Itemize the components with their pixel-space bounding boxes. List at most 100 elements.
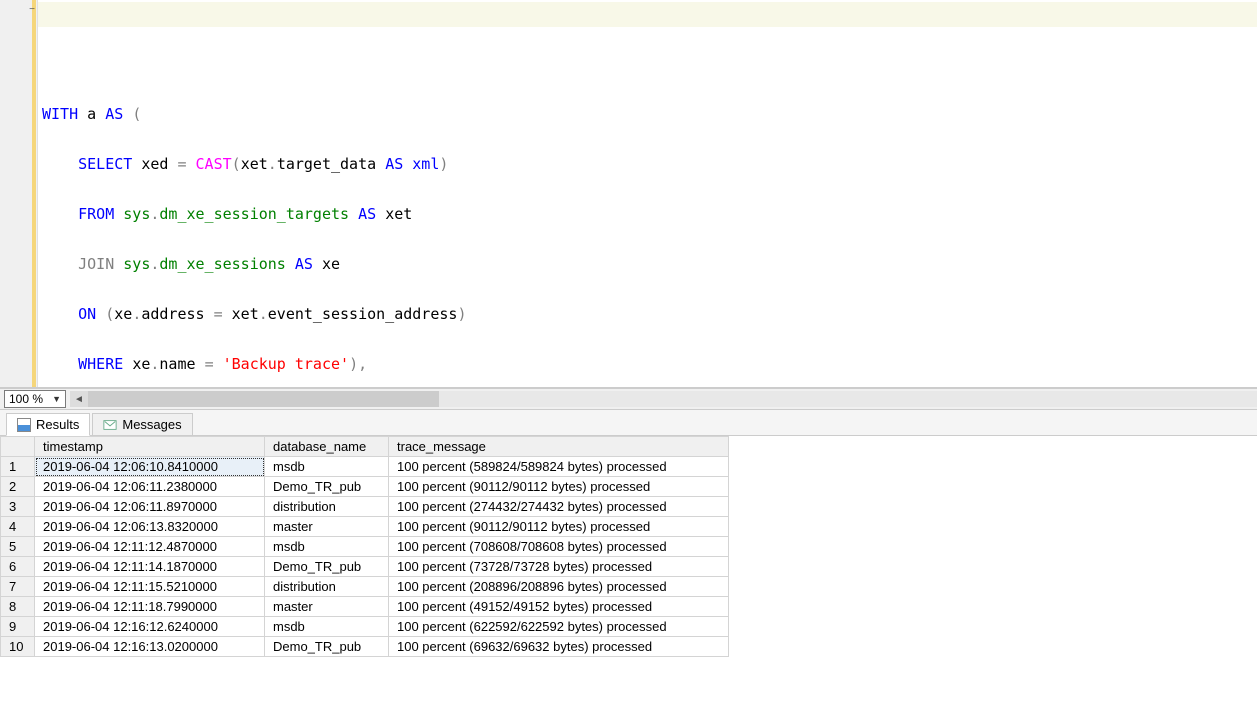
row-number[interactable]: 1 <box>1 457 35 477</box>
cell-dbname[interactable]: distribution <box>265 577 389 597</box>
cell-timestamp[interactable]: 2019-06-04 12:16:13.0200000 <box>35 637 265 657</box>
tab-label: Results <box>36 417 79 432</box>
cell-dbname[interactable]: master <box>265 597 389 617</box>
horizontal-scrollbar[interactable] <box>88 391 1257 407</box>
table-row[interactable]: 102019-06-04 12:16:13.0200000Demo_TR_pub… <box>1 637 729 657</box>
table-row[interactable]: 82019-06-04 12:11:18.7990000master100 pe… <box>1 597 729 617</box>
dot: . <box>259 305 268 323</box>
fn-cast: CAST <box>196 155 232 173</box>
current-line-highlight <box>38 2 1257 27</box>
results-grid[interactable]: timestamp database_name trace_message 12… <box>0 436 1257 727</box>
cell-timestamp[interactable]: 2019-06-04 12:11:18.7990000 <box>35 597 265 617</box>
cell-timestamp[interactable]: 2019-06-04 12:06:13.8320000 <box>35 517 265 537</box>
column-header-timestamp[interactable]: timestamp <box>35 437 265 457</box>
row-header-corner[interactable] <box>1 437 35 457</box>
schema: sys <box>123 205 150 223</box>
alias: xet <box>385 205 412 223</box>
row-number[interactable]: 2 <box>1 477 35 497</box>
row-number[interactable]: 6 <box>1 557 35 577</box>
dot: . <box>268 155 277 173</box>
row-number[interactable]: 4 <box>1 517 35 537</box>
ident: xe <box>114 305 132 323</box>
table-row[interactable]: 22019-06-04 12:06:11.2380000Demo_TR_pub1… <box>1 477 729 497</box>
table-row[interactable]: 72019-06-04 12:11:15.5210000distribution… <box>1 577 729 597</box>
column-header-dbname[interactable]: database_name <box>265 437 389 457</box>
scroll-left-icon[interactable]: ◄ <box>70 391 88 407</box>
cell-msg[interactable]: 100 percent (208896/208896 bytes) proces… <box>389 577 729 597</box>
paren: ( <box>232 155 241 173</box>
code-area[interactable]: WITH a AS ( SELECT xed = CAST(xet.target… <box>38 0 1257 387</box>
cell-dbname[interactable]: master <box>265 517 389 537</box>
fold-collapse-icon[interactable]: − <box>29 4 35 15</box>
table-row[interactable]: 62019-06-04 12:11:14.1870000Demo_TR_pub1… <box>1 557 729 577</box>
row-number[interactable]: 10 <box>1 637 35 657</box>
op: = <box>177 155 186 173</box>
dot: . <box>132 305 141 323</box>
kw-on: ON <box>78 305 96 323</box>
tab-label: Messages <box>122 417 181 432</box>
alias: xe <box>322 255 340 273</box>
row-number[interactable]: 3 <box>1 497 35 517</box>
editor-status-bar: 100 % ▼ ◄ <box>0 388 1257 410</box>
comma: , <box>358 355 367 373</box>
paren: ( <box>105 305 114 323</box>
results-table: timestamp database_name trace_message 12… <box>0 436 729 657</box>
op: = <box>214 305 223 323</box>
cell-dbname[interactable]: Demo_TR_pub <box>265 637 389 657</box>
paren: ( <box>132 105 141 123</box>
editor-gutter: − <box>0 0 38 387</box>
cell-msg[interactable]: 100 percent (49152/49152 bytes) processe… <box>389 597 729 617</box>
cell-dbname[interactable]: msdb <box>265 617 389 637</box>
cell-dbname[interactable]: Demo_TR_pub <box>265 477 389 497</box>
type-xml: xml <box>412 155 439 173</box>
cell-msg[interactable]: 100 percent (73728/73728 bytes) processe… <box>389 557 729 577</box>
ident: xet <box>232 305 259 323</box>
cell-dbname[interactable]: Demo_TR_pub <box>265 557 389 577</box>
row-number[interactable]: 5 <box>1 537 35 557</box>
cell-msg[interactable]: 100 percent (90112/90112 bytes) processe… <box>389 517 729 537</box>
cell-timestamp[interactable]: 2019-06-04 12:11:14.1870000 <box>35 557 265 577</box>
kw-from: FROM <box>78 205 114 223</box>
kw-as: AS <box>385 155 403 173</box>
paren: ) <box>457 305 466 323</box>
row-number[interactable]: 9 <box>1 617 35 637</box>
tab-messages[interactable]: Messages <box>92 413 192 435</box>
ident: a <box>87 105 96 123</box>
table-row[interactable]: 42019-06-04 12:06:13.8320000master100 pe… <box>1 517 729 537</box>
cell-timestamp[interactable]: 2019-06-04 12:11:12.4870000 <box>35 537 265 557</box>
cell-msg[interactable]: 100 percent (274432/274432 bytes) proces… <box>389 497 729 517</box>
cell-msg[interactable]: 100 percent (589824/589824 bytes) proces… <box>389 457 729 477</box>
column-header-msg[interactable]: trace_message <box>389 437 729 457</box>
ident: address <box>141 305 204 323</box>
string: 'Backup trace' <box>223 355 349 373</box>
table-row[interactable]: 32019-06-04 12:06:11.8970000distribution… <box>1 497 729 517</box>
cell-msg[interactable]: 100 percent (69632/69632 bytes) processe… <box>389 637 729 657</box>
cell-timestamp[interactable]: 2019-06-04 12:06:10.8410000 <box>35 457 265 477</box>
row-number[interactable]: 7 <box>1 577 35 597</box>
cell-dbname[interactable]: distribution <box>265 497 389 517</box>
cell-msg[interactable]: 100 percent (708608/708608 bytes) proces… <box>389 537 729 557</box>
cell-timestamp[interactable]: 2019-06-04 12:06:11.8970000 <box>35 497 265 517</box>
zoom-dropdown[interactable]: 100 % ▼ <box>4 390 66 408</box>
paren: ) <box>349 355 358 373</box>
grid-icon <box>17 418 31 432</box>
cell-msg[interactable]: 100 percent (622592/622592 bytes) proces… <box>389 617 729 637</box>
paren: ) <box>439 155 448 173</box>
cell-timestamp[interactable]: 2019-06-04 12:11:15.5210000 <box>35 577 265 597</box>
cell-timestamp[interactable]: 2019-06-04 12:06:11.2380000 <box>35 477 265 497</box>
scrollbar-thumb[interactable] <box>88 391 439 407</box>
ident: xed <box>141 155 168 173</box>
cell-dbname[interactable]: msdb <box>265 457 389 477</box>
cell-dbname[interactable]: msdb <box>265 537 389 557</box>
cell-timestamp[interactable]: 2019-06-04 12:16:12.6240000 <box>35 617 265 637</box>
chevron-down-icon: ▼ <box>52 394 61 404</box>
row-number[interactable]: 8 <box>1 597 35 617</box>
table-row[interactable]: 52019-06-04 12:11:12.4870000msdb100 perc… <box>1 537 729 557</box>
table-row[interactable]: 92019-06-04 12:16:12.6240000msdb100 perc… <box>1 617 729 637</box>
tab-results[interactable]: Results <box>6 413 90 436</box>
cell-msg[interactable]: 100 percent (90112/90112 bytes) processe… <box>389 477 729 497</box>
table-row[interactable]: 12019-06-04 12:06:10.8410000msdb100 perc… <box>1 457 729 477</box>
kw-as: AS <box>358 205 376 223</box>
kw-with: WITH <box>42 105 78 123</box>
change-indicator <box>32 0 36 387</box>
